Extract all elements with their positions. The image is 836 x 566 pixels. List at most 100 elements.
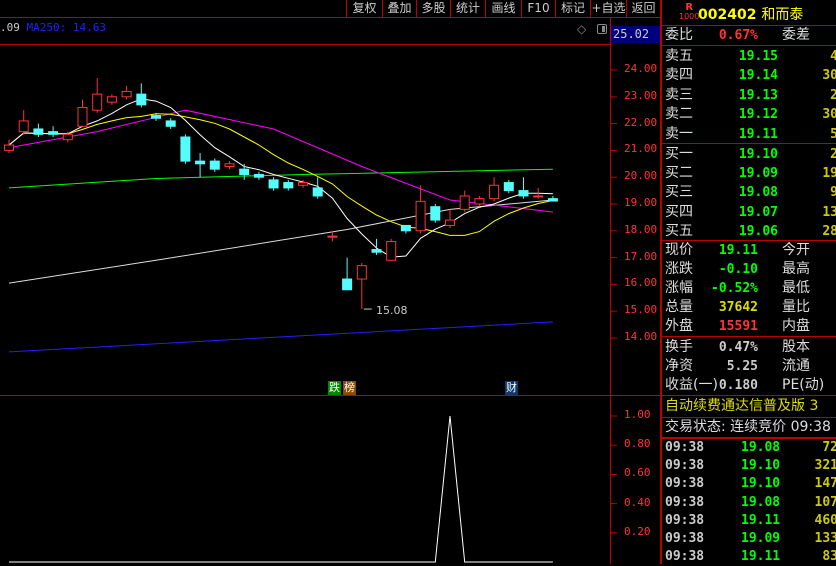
order-label: 买四 [665, 203, 693, 220]
weicha-label: 委差 [782, 27, 810, 43]
quote-row: 外盘 15591 内盘 [665, 317, 836, 336]
diamond-icon[interactable]: ◇ [577, 22, 586, 36]
indicator-tick: 0.40 [624, 495, 651, 509]
tick-volume: 83 [822, 549, 836, 565]
price-tick: 22.00 [624, 115, 658, 129]
order-price: 19.10 [738, 147, 778, 162]
quote-row: 总量 37642 量比 [665, 298, 836, 317]
badge-bang[interactable]: 榜 [343, 381, 356, 395]
tick-row: 09:38 19.10 321 [665, 457, 836, 475]
low-price-label: 15.08 [376, 304, 408, 317]
weibi-value: 0.67% [718, 28, 758, 43]
order-price: 19.15 [738, 49, 778, 64]
quote-value: 15591 [718, 319, 758, 334]
order-label: 买三 [665, 184, 693, 201]
sell-row[interactable]: 卖四 19.14 30 [665, 66, 836, 85]
fin-value: 5.25 [726, 359, 758, 374]
order-label: 买一 [665, 146, 693, 162]
tick-time: 09:38 [665, 549, 705, 565]
price-tick: 20.00 [624, 169, 658, 183]
order-volume: 5 [830, 126, 836, 142]
stock-tag: R 1000 [679, 2, 700, 22]
badge-cai[interactable]: 财 [505, 381, 518, 395]
order-volume: 28 [822, 223, 836, 239]
tick-time: 09:38 [665, 512, 705, 528]
price-tick: 19.00 [624, 196, 658, 209]
buy-row[interactable]: 买三 19.08 9 [665, 183, 836, 202]
indicator-line [9, 415, 553, 563]
candle-body [268, 179, 279, 189]
candle-body [4, 144, 14, 151]
candle-body [239, 168, 250, 176]
tag-num: 1000 [679, 12, 700, 21]
price-tick: 24.00 [624, 62, 658, 75]
quote-label: 外盘 [665, 318, 693, 334]
sell-row[interactable]: 卖二 19.12 30 [665, 105, 836, 124]
order-label: 买五 [665, 222, 693, 239]
quote-label2: 今开 [782, 242, 810, 258]
buy-row[interactable]: 买四 19.07 13 [665, 203, 836, 222]
candle-body [106, 96, 117, 103]
candle-body [386, 241, 397, 261]
order-label: 卖四 [665, 67, 693, 84]
order-price: 19.12 [738, 107, 778, 123]
buy-row[interactable]: 买一 19.10 2 [665, 145, 836, 164]
order-volume: 2 [830, 87, 836, 103]
quote-label: 涨幅 [665, 280, 693, 296]
sell-row[interactable]: 卖五 19.15 4 [665, 47, 836, 66]
tick-time: 09:38 [665, 440, 705, 455]
candle-body [283, 182, 294, 189]
fin-label: 净资 [665, 358, 693, 374]
tick-time: 09:38 [665, 458, 705, 474]
buy-row[interactable]: 买五 19.06 28 [665, 222, 836, 241]
candle-body [371, 249, 382, 253]
tick-row: 09:38 19.11 460 [665, 512, 836, 530]
fin-row: 换手 0.47% 股本 [665, 338, 836, 357]
badge-die[interactable]: 跌 [328, 381, 341, 395]
order-price: 19.11 [738, 126, 778, 142]
ad-banner[interactable]: 自动续费通达信普及版 3 [665, 397, 836, 416]
candle-body [459, 195, 470, 210]
order-price: 19.06 [738, 223, 778, 239]
sell-row[interactable]: 卖三 19.13 2 [665, 86, 836, 105]
quote-label: 涨跌 [665, 261, 693, 277]
ma-magenta-line [8, 109, 553, 213]
fin-row: 收益(一) 0.180 PE(动) [665, 376, 836, 395]
stock-name: 和而泰 [761, 7, 804, 23]
quote-label2: 最高 [782, 261, 810, 277]
tag-r: R [685, 2, 694, 13]
price-tick: 16.00 [624, 276, 658, 290]
candle-body [209, 160, 220, 170]
order-price: 19.13 [738, 87, 778, 103]
trade-status: 交易状态: 连续竞价 09:38 [665, 419, 831, 435]
quote-label2: 量比 [782, 299, 810, 315]
panel-toggle-icon[interactable] [597, 24, 607, 34]
candle-body [121, 90, 132, 98]
tick-volume: 460 [814, 512, 836, 528]
tick-time: 09:38 [665, 494, 705, 510]
order-label: 卖五 [665, 48, 693, 64]
sell-row[interactable]: 卖一 19.11 5 [665, 125, 836, 144]
buy-row[interactable]: 买二 19.09 19 [665, 164, 836, 183]
tick-volume: 147 [814, 476, 836, 492]
candle-body [62, 133, 73, 141]
tick-price: 19.08 [741, 440, 781, 455]
quote-panel: R 1000 002402 和而泰 委比 0.67% 委差 卖五 19.15 4 卖四 19.… [660, 0, 836, 564]
candle-body [77, 107, 88, 127]
order-price: 19.07 [738, 204, 778, 220]
quote-label2: 内盘 [782, 318, 810, 334]
stock-code: 002402 [698, 7, 757, 23]
weibi-row: 委比 0.67% 委差 [665, 26, 836, 45]
order-volume: 4 [830, 49, 836, 64]
kline-chart[interactable] [0, 0, 660, 564]
order-volume: 9 [830, 185, 836, 201]
tick-volume: 107 [814, 494, 836, 510]
fin-label: 换手 [665, 339, 693, 355]
tick-row: 09:38 19.11 83 [665, 548, 836, 566]
order-volume: 30 [822, 68, 836, 84]
price-tick: 17.00 [624, 249, 658, 263]
fin-label2: 流通 [782, 358, 810, 374]
tick-volume: 321 [814, 458, 836, 474]
candle-body [33, 128, 44, 135]
candle-body [195, 160, 206, 165]
